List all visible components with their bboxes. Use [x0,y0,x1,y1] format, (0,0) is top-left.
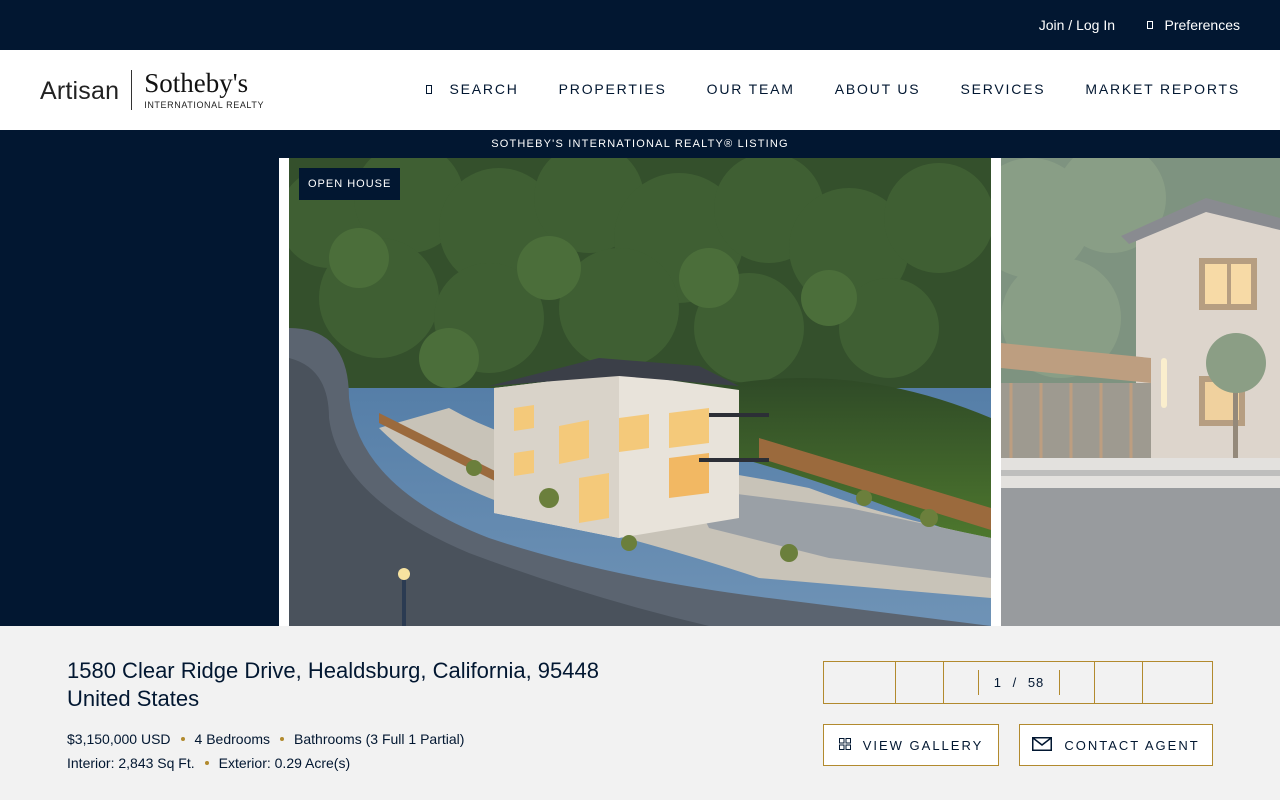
main-nav: SEARCH PROPERTIES OUR TEAM ABOUT US SERV… [425,81,1240,97]
grid-icon [838,737,851,753]
separator-dot [280,737,285,741]
listing-bathrooms: Bathrooms (3 Full 1 Partial) [294,731,465,747]
nav-services[interactable]: SERVICES [960,81,1045,97]
logo-sothebys: Sotheby's INTERNATIONAL REALTY [144,68,265,111]
pager-first-button[interactable] [824,662,895,703]
listing-interior: Interior: 2,843 Sq Ft. [67,755,195,771]
pager-separator: / [1012,675,1018,690]
listing-exterior: Exterior: 0.29 Acre(s) [218,755,351,771]
logo-sothebys-name: Sotheby's [144,68,249,98]
pager-count: 1 / 58 [978,670,1060,695]
listing-price: $3,150,000 USD [67,731,171,747]
open-house-badge: OPEN HOUSE [299,168,401,200]
listing-photo-main[interactable] [289,158,991,626]
pager-next-button[interactable] [1095,662,1142,703]
top-utility-bar: Join / Log In Preferences [0,0,1280,50]
listing-banner: SOTHEBY'S INTERNATIONAL REALTY® LISTING [0,130,1280,158]
address-line-1: 1580 Clear Ridge Drive, Healdsburg, Cali… [67,658,599,683]
listing-info-panel: 1580 Clear Ridge Drive, Healdsburg, Cali… [0,626,1280,800]
join-login-link[interactable]: Join / Log In [1039,17,1115,33]
pager-divider [943,662,944,703]
house-aerial-illustration [289,158,991,626]
nav-about-us[interactable]: ABOUT US [835,81,921,97]
photo-carousel[interactable]: OPEN HOUSE [0,158,1280,626]
envelope-icon [1032,736,1053,754]
nav-properties[interactable]: PROPERTIES [559,81,667,97]
preferences-link[interactable]: Preferences [1146,17,1240,33]
contact-agent-label: CONTACT AGENT [1064,737,1200,753]
search-icon [425,84,432,94]
pager-prev-button[interactable] [896,662,943,703]
listing-photo-next[interactable] [1001,158,1280,626]
listing-address: 1580 Clear Ridge Drive, Healdsburg, Cali… [67,657,599,713]
site-logo[interactable]: Artisan Sotheby's INTERNATIONAL REALTY [40,70,264,110]
logo-artisan-text: Artisan [40,76,120,105]
details-row-price: $3,150,000 USD 4 Bedrooms Bathrooms (3 F… [67,727,464,751]
pager-current: 1 [993,675,1002,690]
view-gallery-button[interactable]: VIEW GALLERY [823,724,999,766]
nav-search[interactable]: SEARCH [425,81,519,97]
details-row-size: Interior: 2,843 Sq Ft. Exterior: 0.29 Ac… [67,751,464,775]
logo-divider [131,70,133,110]
listing-bedrooms: 4 Bedrooms [194,731,271,747]
address-line-2: United States [67,686,200,711]
preferences-label: Preferences [1164,17,1240,33]
nav-search-label: SEARCH [449,81,519,97]
pager-last-button[interactable] [1143,662,1213,703]
contact-agent-button[interactable]: CONTACT AGENT [1019,724,1213,766]
gallery-pager: 1 / 58 [823,661,1213,704]
carousel-left-fill [0,158,279,626]
nav-our-team[interactable]: OUR TEAM [707,81,795,97]
listing-details: $3,150,000 USD 4 Bedrooms Bathrooms (3 F… [67,727,464,775]
separator-dot [204,761,209,765]
nav-market-reports[interactable]: MARKET REPORTS [1085,81,1240,97]
next-photo-fade-overlay [1001,158,1280,626]
pager-total: 58 [1027,675,1045,690]
view-gallery-label: VIEW GALLERY [862,737,984,753]
logo-sothebys-subtitle: INTERNATIONAL REALTY [144,100,265,110]
site-header: Artisan Sotheby's INTERNATIONAL REALTY S… [0,50,1280,130]
separator-dot [180,737,185,741]
preferences-icon [1146,21,1153,29]
